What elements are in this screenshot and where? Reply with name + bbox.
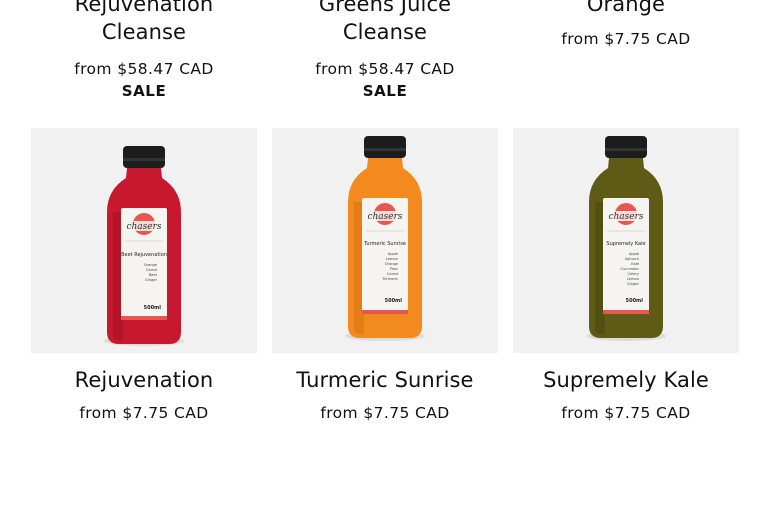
product-price: from $58.47 CAD xyxy=(31,58,257,80)
product-title-line: Cleanse xyxy=(101,20,187,44)
product-title-line: Greens Juice xyxy=(318,0,452,16)
label-ingredient: Orange xyxy=(144,263,158,267)
product-price: from $7.75 CAD xyxy=(31,402,257,424)
product-image[interactable]: chasers Beet Rejuvenation Orange Carrot … xyxy=(31,128,257,353)
product-title[interactable]: Rejuvenation Cleanse xyxy=(31,0,257,46)
label-name: Beet Rejuvenation xyxy=(121,252,167,258)
product-price: from $7.75 CAD xyxy=(513,28,739,50)
label-ingredient: Kale xyxy=(631,262,639,266)
label-ingredient: Apple xyxy=(629,252,640,256)
product-title[interactable]: Supremely Kale xyxy=(513,366,739,394)
juice-bottle-image: chasers Supremely Kale Apple Spinach Kal… xyxy=(586,136,666,341)
price-prefix: from xyxy=(315,60,353,78)
product-title-line: Rejuvenation xyxy=(74,0,214,16)
label-ingredient: Apple xyxy=(388,252,399,256)
price-prefix: from xyxy=(561,404,600,422)
label-ingredient: Pear xyxy=(390,267,398,271)
label-ingredient: Cucumber xyxy=(620,267,639,271)
product-card-supremely-kale[interactable]: chasers Supremely Kale Apple Spinach Kal… xyxy=(513,128,739,424)
label-ingredient: Carrot xyxy=(146,268,158,272)
product-title-line: Orange xyxy=(586,0,666,16)
product-card-rejuvenation-cleanse[interactable]: Rejuvenation Cleanse from $58.47 CAD SAL… xyxy=(31,0,257,102)
label-ingredient: Ginger xyxy=(627,282,640,286)
product-grid: Rejuvenation Cleanse from $58.47 CAD SAL… xyxy=(0,0,770,528)
sale-badge: SALE xyxy=(121,82,167,100)
label-brand: chasers xyxy=(367,212,402,222)
price-prefix: from xyxy=(320,404,359,422)
label-name: Supremely Kale xyxy=(606,241,645,247)
product-card-orange[interactable]: Orange from $7.75 CAD xyxy=(513,0,739,50)
product-title[interactable]: Orange xyxy=(513,0,739,18)
product-card-greens-juice-cleanse[interactable]: Greens Juice Cleanse from $58.47 CAD SAL… xyxy=(272,0,498,102)
label-brand: chasers xyxy=(608,212,643,222)
product-image[interactable]: chasers Supremely Kale Apple Spinach Kal… xyxy=(513,128,739,353)
label-ingredient: Spinach xyxy=(625,257,639,261)
label-ingredient: Beet xyxy=(149,273,158,277)
label-volume: 500ml xyxy=(626,298,644,304)
price-value: $58.47 CAD xyxy=(358,60,455,78)
juice-bottle-image: chasers Beet Rejuvenation Orange Carrot … xyxy=(104,146,184,346)
price-value: $58.47 CAD xyxy=(117,60,214,78)
price-value: $7.75 CAD xyxy=(604,30,691,48)
juice-bottle-image: chasers Turmeric Sunrise Apple Lemon Ora… xyxy=(345,136,425,341)
label-brand: chasers xyxy=(126,222,161,232)
product-title-line: Cleanse xyxy=(342,20,428,44)
product-price: from $58.47 CAD xyxy=(272,58,498,80)
product-title[interactable]: Greens Juice Cleanse xyxy=(272,0,498,46)
price-value: $7.75 CAD xyxy=(122,404,209,422)
label-ingredient: Lemon xyxy=(386,257,398,261)
price-value: $7.75 CAD xyxy=(363,404,450,422)
label-ingredient: Lemon xyxy=(627,277,639,281)
product-card-rejuvenation[interactable]: chasers Beet Rejuvenation Orange Carrot … xyxy=(31,128,257,424)
label-ingredient: Carrot xyxy=(387,272,399,276)
label-ingredient: Ginger xyxy=(145,278,158,282)
label-ingredient: Celery xyxy=(627,272,639,276)
label-volume: 500ml xyxy=(144,305,162,311)
product-card-turmeric-sunrise[interactable]: chasers Turmeric Sunrise Apple Lemon Ora… xyxy=(272,128,498,424)
price-prefix: from xyxy=(561,30,600,48)
product-price: from $7.75 CAD xyxy=(272,402,498,424)
price-prefix: from xyxy=(74,60,112,78)
label-ingredient: Turmeric xyxy=(381,277,398,281)
label-name: Turmeric Sunrise xyxy=(363,241,406,247)
product-title[interactable]: Rejuvenation xyxy=(31,366,257,394)
label-volume: 500ml xyxy=(385,298,403,304)
price-value: $7.75 CAD xyxy=(604,404,691,422)
product-title[interactable]: Turmeric Sunrise xyxy=(272,366,498,394)
sale-badge: SALE xyxy=(362,82,408,100)
product-image[interactable]: chasers Turmeric Sunrise Apple Lemon Ora… xyxy=(272,128,498,353)
product-price: from $7.75 CAD xyxy=(513,402,739,424)
label-ingredient: Orange xyxy=(385,262,399,266)
price-prefix: from xyxy=(79,404,118,422)
